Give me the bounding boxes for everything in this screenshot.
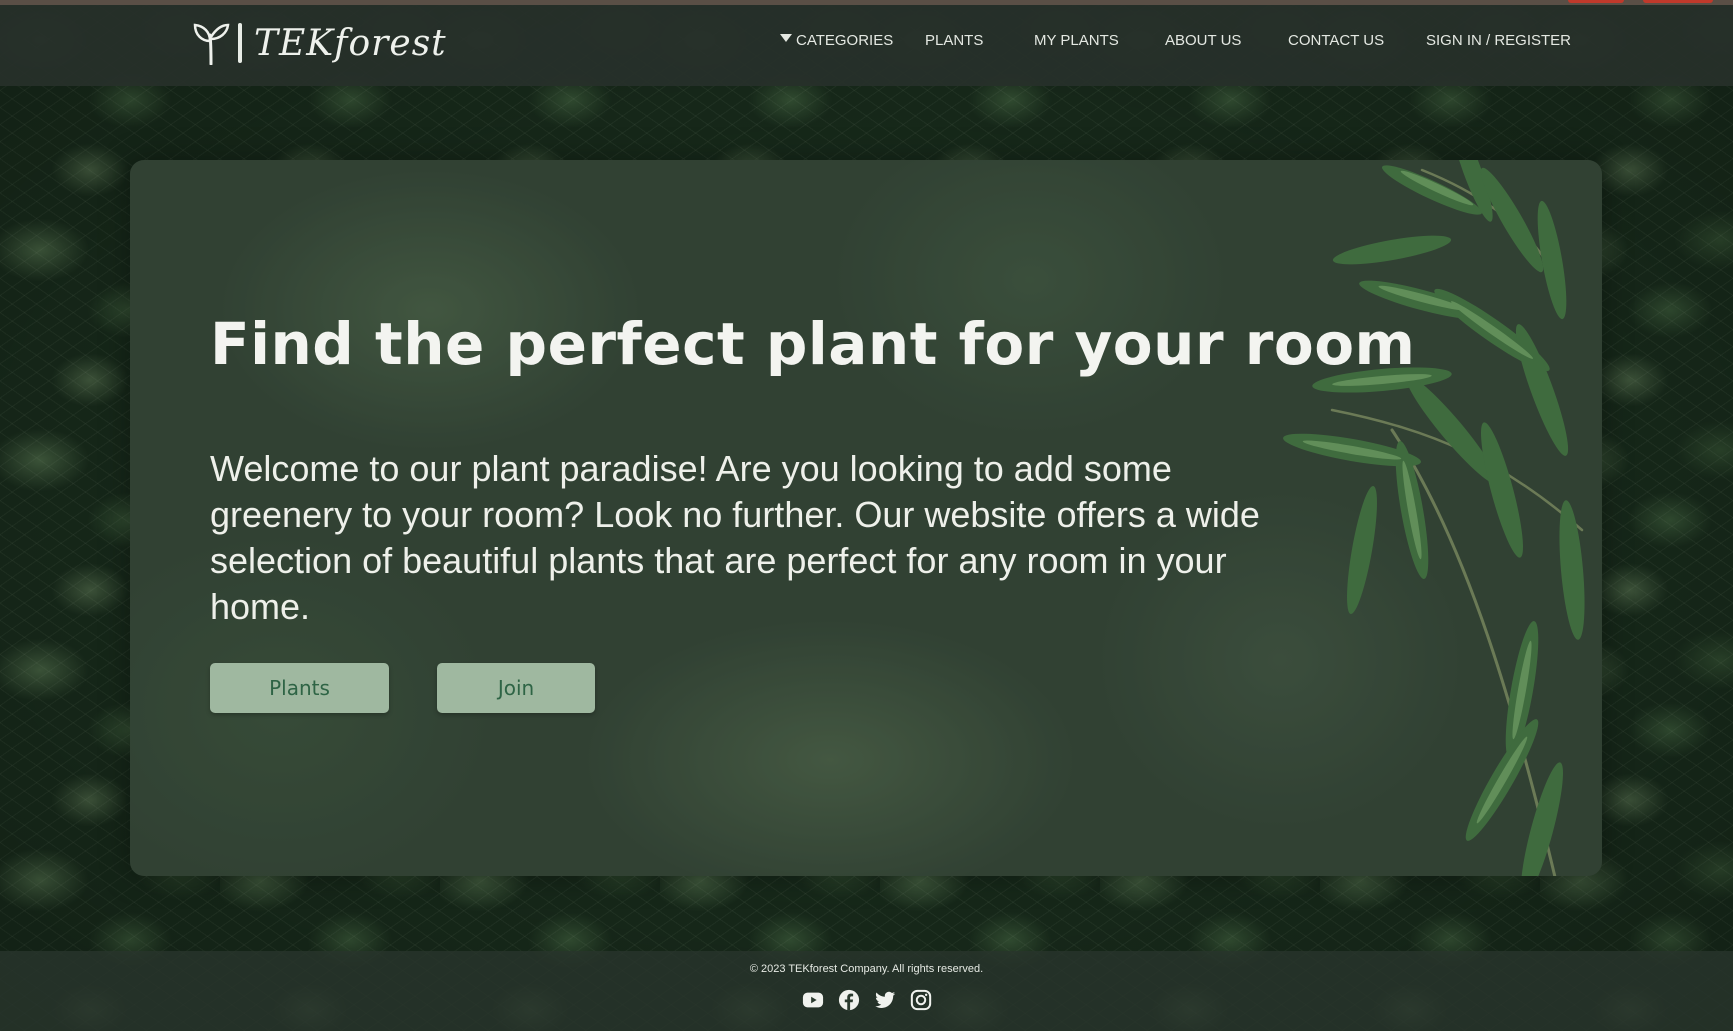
instagram-icon[interactable] [910,989,932,1011]
nav-plants[interactable]: PLANTS [925,32,983,49]
twitter-icon[interactable] [874,989,896,1011]
hero-description: Welcome to our plant paradise! Are you l… [210,448,1260,627]
brand-name: TEKforest [254,22,447,64]
copyright-text: © 2023 TEKforest Company. All rights res… [749,963,984,975]
hero-card: Find the perfect plant for your room Wel… [130,160,1602,876]
top-strip-pill [1643,0,1713,3]
sprout-icon [193,23,230,65]
plants-button[interactable]: Plants [210,663,389,713]
nav-contact-us[interactable]: CONTACT US [1288,32,1384,49]
site-header: TEKforest CATEGORIES PLANTS MY PLANTS AB… [0,5,1733,86]
caret-down-icon [780,34,792,42]
nav-sign-in-register[interactable]: SIGN IN / REGISTER [1426,32,1571,49]
logo[interactable]: TEKforest [192,19,447,67]
nav-categories-label: CATEGORIES [796,32,894,49]
hero-title: Find the perfect plant for your room [210,310,1416,378]
site-footer: © 2023 TEKforest Company. All rights res… [0,951,1733,1031]
nav-my-plants[interactable]: MY PLANTS [1034,32,1119,49]
join-button[interactable]: Join [437,663,595,713]
top-strip-pill [1568,0,1624,3]
logo-divider [238,23,242,63]
nav-about-us[interactable]: ABOUT US [1165,32,1241,49]
palm-leaves-decoration [1283,160,1585,876]
facebook-icon[interactable] [838,989,860,1011]
youtube-icon[interactable] [802,989,824,1011]
social-links [0,989,1733,1011]
nav-categories[interactable]: CATEGORIES [780,32,893,49]
